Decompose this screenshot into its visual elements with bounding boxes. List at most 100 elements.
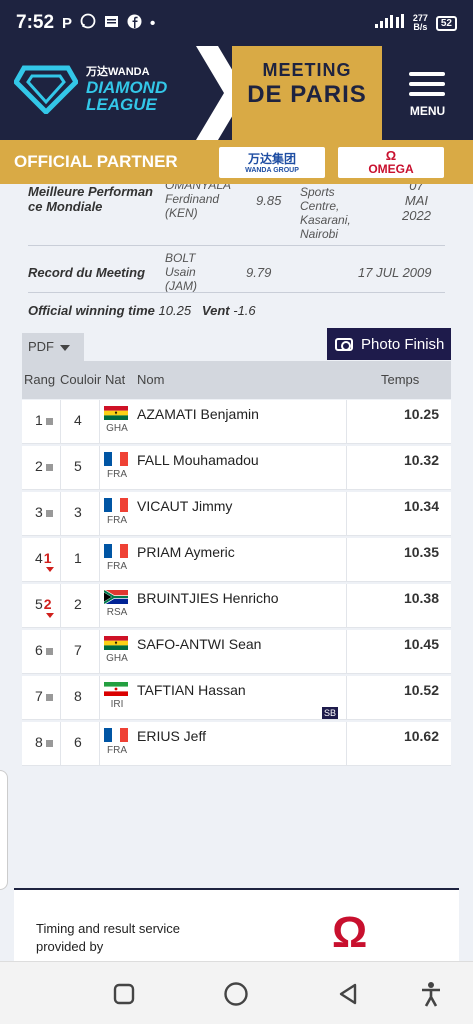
home-icon[interactable] (221, 979, 251, 1009)
p-notification-icon: P (62, 14, 73, 32)
record-world-lead: Meilleure Performan ce Mondiale (28, 184, 153, 214)
time-value: 10.38 (403, 590, 439, 606)
time-value: 10.32 (403, 452, 439, 468)
results-content: Meilleure Performan ce Mondiale OMANYALA… (0, 184, 473, 961)
table-row[interactable]: 52 2 RSA BRUINTJIES Henricho 10.38 (22, 584, 451, 628)
time-cell: 10.34 (346, 492, 451, 536)
time-cell: 10.25 (346, 400, 451, 444)
col-rank[interactable]: Rang (24, 372, 60, 387)
athlete-name[interactable]: AZAMATI Benjamin (137, 406, 259, 422)
lane-cell: 1 (74, 550, 82, 566)
record-separator (28, 292, 445, 293)
rank-cell: 1 (35, 412, 53, 428)
flag-icon (104, 728, 128, 742)
rank-unchanged-icon (45, 463, 53, 471)
nat-cell: FRA (107, 515, 127, 526)
col-lane[interactable]: Couloir (60, 372, 102, 387)
wanda-sponsor-label: 万达WANDA (86, 66, 150, 78)
col-nat[interactable]: Nat (105, 372, 125, 387)
accessibility-icon[interactable] (416, 979, 446, 1009)
camera-icon (335, 337, 353, 351)
rank-value: 1 (35, 412, 43, 428)
time-cell: 10.45 (346, 630, 451, 674)
athlete-name[interactable]: PRIAM Aymeric (137, 544, 235, 560)
time-value: 10.52 (403, 682, 439, 698)
time-cell: 10.38 (346, 584, 451, 628)
rank-cell: 6 (35, 642, 53, 658)
rank-value: 5 (35, 596, 43, 612)
rank-unchanged-icon (45, 739, 53, 747)
status-bar: 7:52 P • 277 B/s 52 (0, 0, 473, 46)
flag-icon (104, 452, 128, 466)
time-value: 10.35 (403, 544, 439, 560)
battery-icon: 52 (435, 15, 457, 31)
athlete-name[interactable]: BRUINTJIES Henricho (137, 590, 279, 606)
back-icon[interactable] (333, 979, 363, 1009)
scroll-indicator[interactable] (0, 770, 8, 890)
meeting-paris-logo[interactable]: MEETING DE PARIS (232, 46, 382, 140)
table-row[interactable]: 6 7 GHA SAFO-ANTWI Sean 10.45 (22, 630, 451, 674)
photo-finish-button[interactable]: Photo Finish (327, 328, 451, 360)
nat-cell: IRI (110, 699, 124, 710)
rank-down-icon: 2 (43, 596, 54, 618)
time-cell: 10.32 (346, 446, 451, 490)
time-cell: 10.52 (346, 676, 451, 720)
rank-value: 3 (35, 504, 43, 520)
lane-cell: 8 (74, 688, 82, 704)
athlete-name[interactable]: TAFTIAN Hassan (137, 682, 246, 698)
flag-icon (104, 544, 128, 558)
wanda-group-logo[interactable]: 万达集团 WANDA GROUP (219, 147, 325, 178)
table-row[interactable]: 41 1 FRA PRIAM Aymeric 10.35 (22, 538, 451, 582)
diamond-icon (14, 65, 78, 114)
col-name[interactable]: Nom (137, 372, 164, 387)
winning-info: Official winning time 10.25 Vent -1.6 (28, 303, 256, 318)
nat-cell: FRA (107, 561, 127, 572)
time-value: 10.34 (403, 498, 439, 514)
record-meeting-value: 9.79 (246, 265, 272, 280)
lane-cell: 3 (74, 504, 82, 520)
flag-icon (104, 636, 128, 650)
record-meeting-date: 17 JUL 2009 (358, 265, 432, 280)
rank-value: 2 (35, 458, 43, 474)
rank-unchanged-icon (45, 693, 53, 701)
rank-value: 7 (35, 688, 43, 704)
record-separator (28, 245, 445, 246)
athlete-name[interactable]: SAFO-ANTWI Sean (137, 636, 261, 652)
table-row[interactable]: 7 8 IRI TAFTIAN Hassan SB 10.52 (22, 676, 451, 720)
diamond-league-logo[interactable]: 万达WANDA DIAMOND LEAGUE (14, 62, 167, 114)
nat-cell: GHA (106, 423, 128, 434)
table-row[interactable]: 1 4 GHA AZAMATI Benjamin 10.25 (22, 400, 451, 444)
rank-unchanged-icon (45, 647, 53, 655)
record-world-lead-date: 07 MAI 2022 (402, 184, 431, 223)
lane-cell: 4 (74, 412, 82, 428)
athlete-name[interactable]: ERIUS Jeff (137, 728, 206, 744)
omega-footer-logo[interactable]: Ω (332, 908, 367, 958)
lane-cell: 6 (74, 734, 82, 750)
menu-button[interactable]: MENU (382, 46, 473, 140)
rank-unchanged-icon (45, 509, 53, 517)
results-table-header: Rang Couloir Nat Nom Temps (22, 361, 451, 399)
network-speed: 277 B/s (412, 13, 428, 32)
record-world-lead-athlete: OMANYALA Ferdinand (KEN) (165, 184, 232, 220)
site-header: 万达WANDA DIAMOND LEAGUE MEETING DE PARIS … (0, 46, 473, 140)
athlete-name[interactable]: VICAUT Jimmy (137, 498, 232, 514)
more-dot-icon: • (150, 14, 156, 32)
table-row[interactable]: 3 3 FRA VICAUT Jimmy 10.34 (22, 492, 451, 536)
lane-cell: 2 (74, 596, 82, 612)
brand-line2: LEAGUE (86, 95, 157, 114)
season-best-badge: SB (322, 707, 339, 719)
rank-down-icon: 1 (43, 550, 54, 572)
time-value: 10.62 (403, 728, 439, 744)
table-row[interactable]: 8 6 FRA ERIUS Jeff 10.62 (22, 722, 451, 766)
meeting-line2: DE PARIS (247, 81, 367, 108)
record-meeting: Record du Meeting (28, 265, 146, 280)
omega-logo[interactable]: Ω OMEGA (338, 147, 444, 178)
pdf-dropdown[interactable]: PDF (22, 333, 84, 361)
athlete-name[interactable]: FALL Mouhamadou (137, 452, 259, 468)
table-row[interactable]: 2 5 FRA FALL Mouhamadou 10.32 (22, 446, 451, 490)
record-meeting-athlete: BOLT Usain (JAM) (165, 251, 197, 293)
col-time[interactable]: Temps (381, 372, 419, 387)
meeting-line1: MEETING (262, 60, 352, 80)
recents-icon[interactable] (109, 979, 139, 1009)
flag-icon (103, 589, 128, 605)
